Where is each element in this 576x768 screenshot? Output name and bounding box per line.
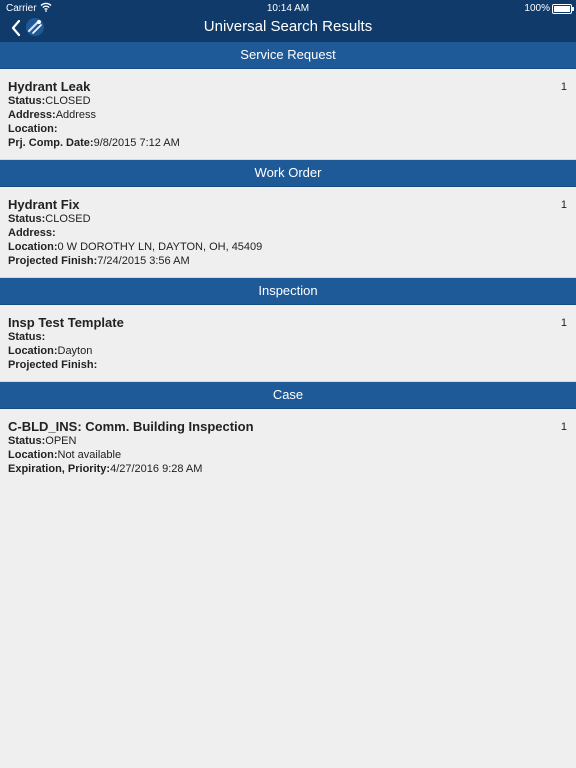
result-field-status: Status:CLOSED — [8, 213, 91, 225]
clock: 10:14 AM — [266, 3, 310, 14]
result-field-status: Status:OPEN — [8, 435, 77, 447]
section-header-work-order: Work Order — [0, 160, 576, 187]
battery-icon — [552, 4, 574, 14]
result-field-location: Location: — [8, 123, 58, 135]
result-field-status: Status: — [8, 331, 46, 343]
section-header-service-request: Service Request — [0, 42, 576, 69]
result-field-projected-finish: Projected Finish:7/24/2015 3:56 AM — [8, 255, 190, 267]
result-item-service-request[interactable]: Hydrant Leak 1 Status:CLOSED Address:Add… — [0, 69, 576, 160]
result-item-name: Hydrant Fix — [8, 197, 80, 212]
page-title: Universal Search Results — [203, 18, 373, 35]
result-item-count: 1 — [560, 199, 567, 211]
result-field-status: Status:CLOSED — [8, 95, 91, 107]
result-item-count: 1 — [560, 81, 567, 93]
result-field-location: Location:Not available — [8, 449, 122, 461]
result-field-expiration-priority: Expiration, Priority:4/27/2016 9:28 AM — [8, 463, 203, 475]
result-item-work-order[interactable]: Hydrant Fix 1 Status:CLOSED Address: Loc… — [0, 187, 576, 278]
result-item-name: C-BLD_INS: Comm. Building Inspection — [8, 419, 254, 434]
result-field-address: Address:Address — [8, 109, 97, 121]
result-item-name: Hydrant Leak — [8, 79, 91, 94]
result-field-date: Prj. Comp. Date:9/8/2015 7:12 AM — [8, 137, 180, 149]
result-field-projected-finish: Projected Finish: — [8, 359, 98, 371]
result-field-address: Address: — [8, 227, 56, 239]
result-field-location: Location:0 W DOROTHY LN, DAYTON, OH, 454… — [8, 241, 263, 253]
result-item-case[interactable]: C-BLD_INS: Comm. Building Inspection 1 S… — [0, 409, 576, 485]
result-field-location: Location:Dayton — [8, 345, 93, 357]
result-item-count: 1 — [560, 317, 567, 329]
result-item-inspection[interactable]: Insp Test Template 1 Status: Location:Da… — [0, 305, 576, 382]
status-bar: Carrier 10:14 AM 100% — [0, 0, 576, 16]
result-item-count: 1 — [560, 421, 567, 433]
result-item-name: Insp Test Template — [8, 315, 124, 330]
section-header-case: Case — [0, 382, 576, 409]
navigation-bar: Universal Search Results — [0, 16, 576, 42]
section-header-inspection: Inspection — [0, 278, 576, 305]
battery-percentage: 100% — [524, 3, 550, 14]
